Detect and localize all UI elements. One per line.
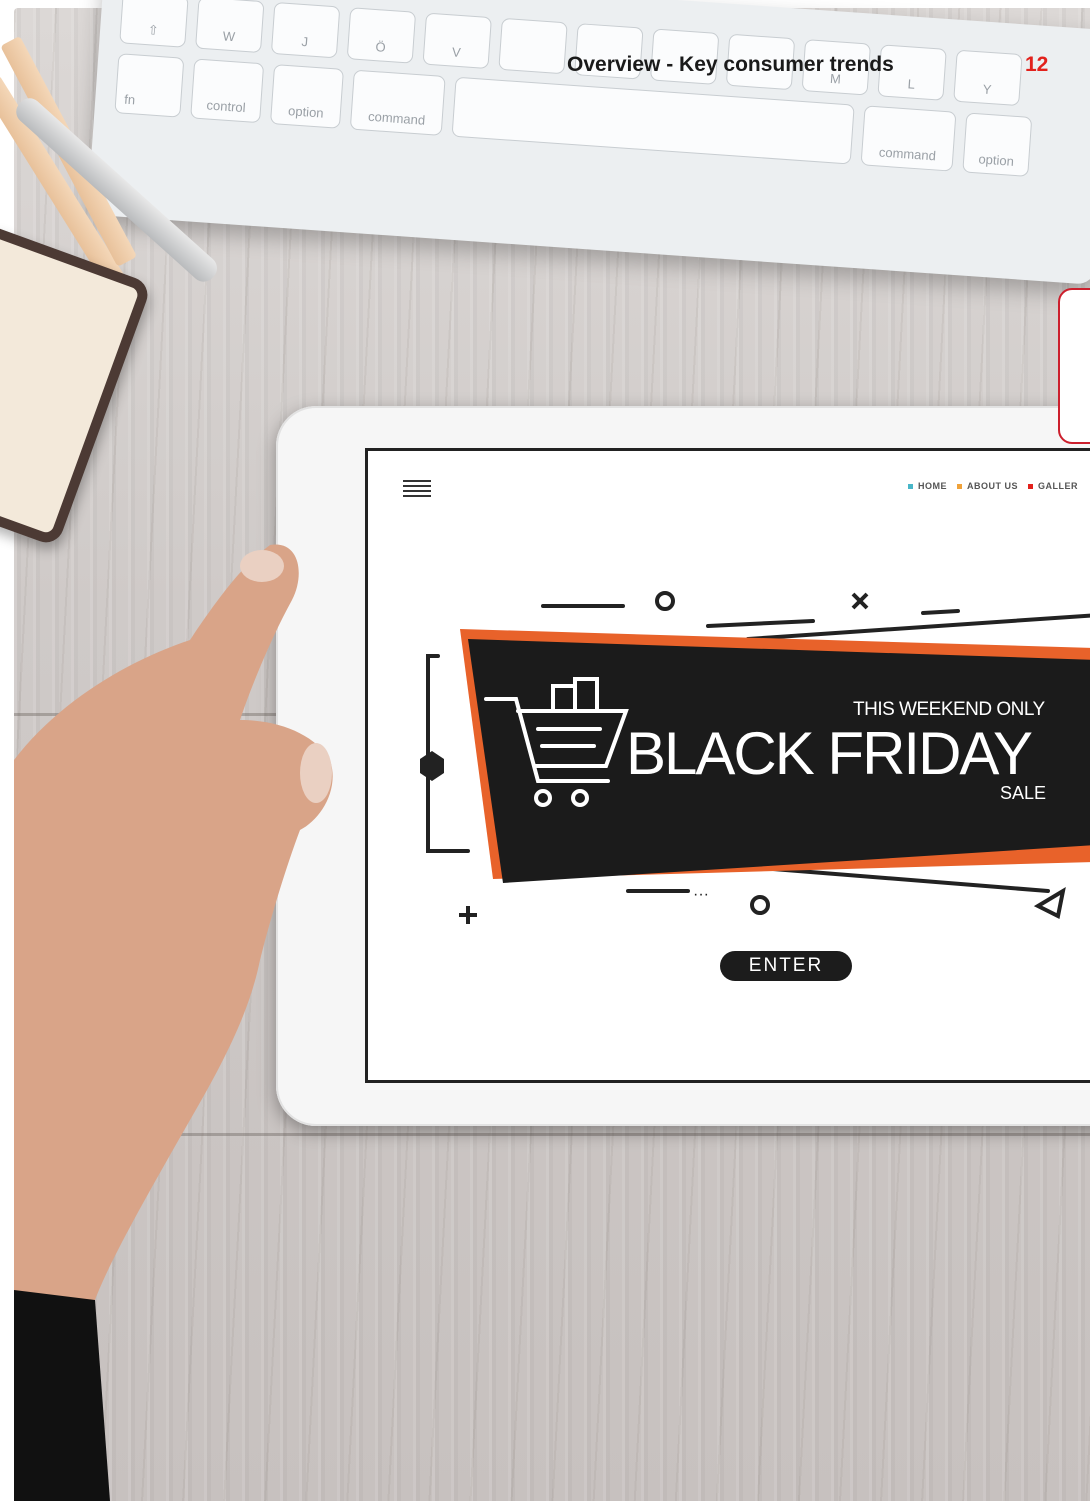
page-number: 12 <box>1025 53 1049 76</box>
callout-box <box>1058 288 1090 444</box>
hand-photo <box>14 544 333 1501</box>
page-title: Overview - Key consumer trends <box>567 53 894 76</box>
slide-page: ⇧ W J Ö V M L Y fn control option comman… <box>0 0 1090 1501</box>
